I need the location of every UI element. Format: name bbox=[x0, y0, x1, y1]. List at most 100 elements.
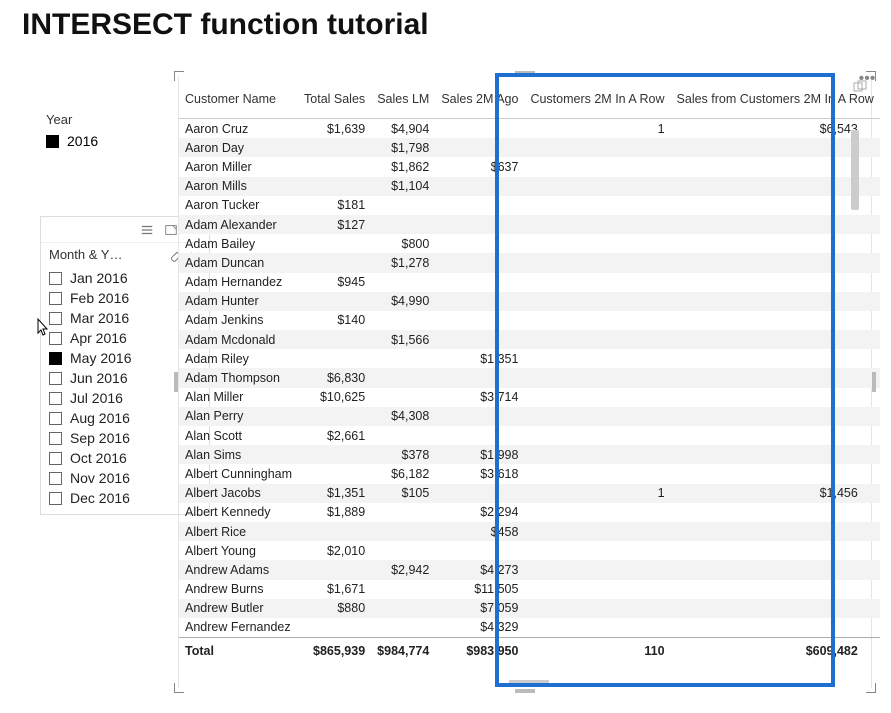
table-row[interactable]: Andrew Adams$2,942$4,273 bbox=[179, 560, 880, 579]
cell bbox=[524, 157, 670, 176]
cell bbox=[671, 599, 880, 618]
col-sales-cust-2m-row[interactable]: Sales from Customers 2M In A Row bbox=[671, 76, 880, 119]
table-row[interactable]: Albert Young$2,010 bbox=[179, 541, 880, 560]
resize-handle-icon[interactable] bbox=[866, 683, 876, 693]
month-item-label: Jun 2016 bbox=[70, 370, 128, 386]
table-row[interactable]: Adam Thompson$6,830 bbox=[179, 368, 880, 387]
cell bbox=[435, 368, 524, 387]
cell bbox=[371, 522, 435, 541]
table-row[interactable]: Albert Cunningham$6,182$3,618 bbox=[179, 464, 880, 483]
cell bbox=[524, 349, 670, 368]
table-row[interactable]: Albert Kennedy$1,889$2,294 bbox=[179, 503, 880, 522]
total-sales-2m: $983,950 bbox=[435, 638, 524, 665]
table-row[interactable]: Aaron Tucker$181 bbox=[179, 196, 880, 215]
cell bbox=[671, 407, 880, 426]
table-row[interactable]: Adam Mcdonald$1,566 bbox=[179, 330, 880, 349]
col-total-sales[interactable]: Total Sales bbox=[298, 76, 371, 119]
cell bbox=[524, 273, 670, 292]
col-customers-2m-row[interactable]: Customers 2M In A Row bbox=[524, 76, 670, 119]
checkbox-icon[interactable] bbox=[49, 412, 62, 425]
data-table: Customer Name Total Sales Sales LM Sales… bbox=[179, 76, 880, 664]
col-sales-lm[interactable]: Sales LM bbox=[371, 76, 435, 119]
cell: Alan Miller bbox=[179, 388, 298, 407]
resize-handle-icon[interactable] bbox=[866, 71, 876, 81]
table-row[interactable]: Adam Bailey$800 bbox=[179, 234, 880, 253]
cell: Adam Riley bbox=[179, 349, 298, 368]
resize-handle-icon[interactable] bbox=[515, 689, 535, 693]
cell: Albert Rice bbox=[179, 522, 298, 541]
cell: Adam Jenkins bbox=[179, 311, 298, 330]
cell bbox=[671, 388, 880, 407]
table-row[interactable]: Andrew Butler$880$7,059 bbox=[179, 599, 880, 618]
table-row[interactable]: Adam Jenkins$140 bbox=[179, 311, 880, 330]
cell bbox=[371, 599, 435, 618]
col-sales-2m-ago[interactable]: Sales 2M Ago bbox=[435, 76, 524, 119]
table-row[interactable]: Aaron Day$1,798 bbox=[179, 138, 880, 157]
table-row[interactable]: Andrew Fernandez$4,329 bbox=[179, 618, 880, 638]
cell: Andrew Burns bbox=[179, 580, 298, 599]
table-row[interactable]: Albert Jacobs$1,351$1051$1,456 bbox=[179, 484, 880, 503]
year-slicer[interactable]: Year 2016 bbox=[46, 112, 166, 149]
resize-handle-icon[interactable] bbox=[174, 71, 184, 81]
cell bbox=[435, 273, 524, 292]
checkbox-icon[interactable] bbox=[49, 292, 62, 305]
col-customer-name[interactable]: Customer Name bbox=[179, 76, 298, 119]
year-slicer-label: Year bbox=[46, 112, 166, 127]
checkbox-icon[interactable] bbox=[49, 492, 62, 505]
slicer-header-label: Month & Y… bbox=[49, 247, 122, 262]
checkbox-icon[interactable] bbox=[46, 135, 59, 148]
cell bbox=[524, 407, 670, 426]
year-item[interactable]: 2016 bbox=[46, 133, 166, 149]
cell: Albert Jacobs bbox=[179, 484, 298, 503]
checkbox-icon[interactable] bbox=[49, 432, 62, 445]
table-row[interactable]: Alan Miller$10,625$3,714 bbox=[179, 388, 880, 407]
hamburger-icon[interactable] bbox=[139, 222, 155, 238]
table-row[interactable]: Andrew Burns$1,671$11,505 bbox=[179, 580, 880, 599]
cell: Adam Alexander bbox=[179, 215, 298, 234]
cell: Adam Hernandez bbox=[179, 273, 298, 292]
table-row[interactable]: Aaron Miller$1,862$637 bbox=[179, 157, 880, 176]
popout-icon[interactable] bbox=[853, 80, 867, 94]
cell bbox=[671, 330, 880, 349]
horizontal-scroll-thumb[interactable] bbox=[509, 680, 549, 686]
table-row[interactable]: Adam Riley$1,351 bbox=[179, 349, 880, 368]
table-row[interactable]: Adam Hernandez$945 bbox=[179, 273, 880, 292]
table-row[interactable]: Aaron Cruz$1,639$4,9041$6,543 bbox=[179, 119, 880, 139]
table-row[interactable]: Alan Sims$378$1,998 bbox=[179, 445, 880, 464]
cell: Aaron Mills bbox=[179, 177, 298, 196]
focus-mode-icon[interactable] bbox=[163, 222, 179, 238]
table-row[interactable]: Alan Scott$2,661 bbox=[179, 426, 880, 445]
table-row[interactable]: Adam Hunter$4,990 bbox=[179, 292, 880, 311]
table-row[interactable]: Adam Duncan$1,278 bbox=[179, 253, 880, 272]
cell bbox=[524, 177, 670, 196]
checkbox-icon[interactable] bbox=[49, 272, 62, 285]
cell bbox=[671, 292, 880, 311]
cell bbox=[524, 215, 670, 234]
cell: $458 bbox=[435, 522, 524, 541]
cell bbox=[435, 330, 524, 349]
table-visual[interactable]: ••• Customer Name Total Sales Sales LM S… bbox=[178, 76, 872, 688]
checkbox-icon[interactable] bbox=[49, 392, 62, 405]
page-title: INTERSECT function tutorial bbox=[0, 0, 891, 52]
checkbox-icon[interactable] bbox=[49, 452, 62, 465]
checkbox-icon[interactable] bbox=[49, 472, 62, 485]
table-row[interactable]: Adam Alexander$127 bbox=[179, 215, 880, 234]
cell: $3,618 bbox=[435, 464, 524, 483]
checkbox-icon[interactable] bbox=[49, 372, 62, 385]
total-c2m: 110 bbox=[524, 638, 670, 665]
resize-handle-icon[interactable] bbox=[872, 372, 876, 392]
cell: $4,329 bbox=[435, 618, 524, 638]
table-row[interactable]: Albert Rice $458 bbox=[179, 522, 880, 541]
table-row[interactable]: Aaron Mills$1,104 bbox=[179, 177, 880, 196]
checkbox-icon[interactable] bbox=[49, 352, 62, 365]
table-row[interactable]: Alan Perry$4,308 bbox=[179, 407, 880, 426]
cell bbox=[524, 445, 670, 464]
scroll-thumb[interactable] bbox=[851, 130, 859, 210]
resize-handle-icon[interactable] bbox=[174, 683, 184, 693]
resize-handle-icon[interactable] bbox=[174, 372, 178, 392]
cell bbox=[671, 580, 880, 599]
cell bbox=[671, 177, 880, 196]
vertical-scrollbar[interactable] bbox=[851, 130, 859, 654]
cell bbox=[435, 196, 524, 215]
resize-handle-icon[interactable] bbox=[515, 71, 535, 75]
